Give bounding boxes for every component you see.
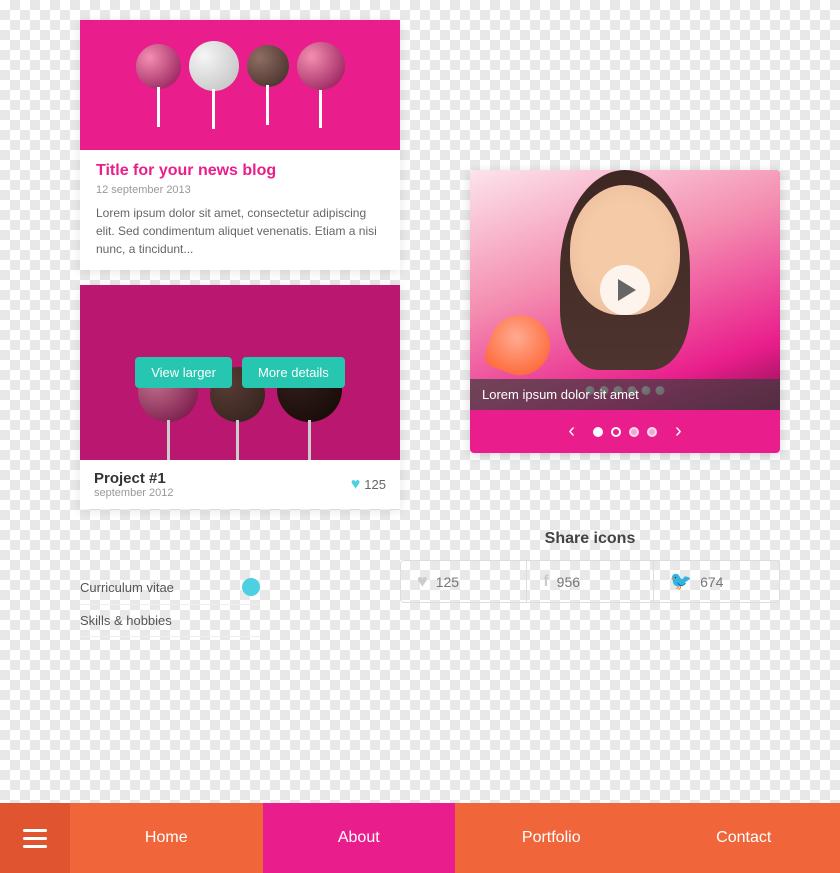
portfolio-overlay: View larger More details bbox=[80, 285, 400, 460]
hamburger-line-3 bbox=[23, 845, 47, 848]
sidebar-item-cv[interactable]: Curriculum vitae bbox=[80, 570, 260, 605]
cake-pop-ball-3 bbox=[247, 45, 289, 87]
project-info: Project #1 september 2012 bbox=[94, 470, 174, 499]
cake-pop-ball-1 bbox=[136, 44, 181, 89]
project-date: september 2012 bbox=[94, 487, 174, 499]
blog-card-image bbox=[80, 20, 400, 150]
slider-dot-4[interactable] bbox=[647, 427, 657, 437]
heart-share-icon: ♥ bbox=[417, 571, 428, 592]
heart-share-count: 125 bbox=[436, 574, 459, 590]
portfolio-image: View larger More details bbox=[80, 285, 400, 460]
play-button[interactable] bbox=[600, 265, 650, 315]
nav-about-label: About bbox=[338, 829, 380, 847]
cake-pop-ball-4 bbox=[297, 42, 345, 90]
play-icon bbox=[618, 279, 636, 301]
slider-prev-arrow[interactable]: ‹ bbox=[568, 420, 575, 443]
cake-pop-stick-1 bbox=[157, 87, 160, 127]
share-title: Share icons bbox=[400, 530, 780, 548]
nav-bar: Home About Portfolio Contact bbox=[0, 803, 840, 873]
hamburger-icon bbox=[23, 829, 47, 848]
nav-item-portfolio[interactable]: Portfolio bbox=[455, 803, 648, 873]
media-card: Lorem ipsum dolor sit amet ‹ › bbox=[470, 170, 780, 453]
share-stats: ♥ 125 f 956 🐦 674 bbox=[400, 560, 780, 603]
nav-contact-label: Contact bbox=[716, 829, 771, 847]
cake-pop-1 bbox=[136, 44, 181, 127]
cake-pops-image bbox=[80, 20, 400, 150]
more-details-button[interactable]: More details bbox=[242, 357, 345, 388]
cake-pop-2 bbox=[189, 41, 239, 129]
share-stat-facebook: f 956 bbox=[527, 561, 653, 602]
cake-pop-stick-4 bbox=[319, 88, 322, 128]
cake-pop-3 bbox=[247, 45, 289, 125]
cake-pop-stick-3 bbox=[266, 85, 269, 125]
hamburger-menu-button[interactable] bbox=[0, 803, 70, 873]
slider-controls: ‹ › bbox=[470, 410, 780, 453]
blog-title: Title for your news blog bbox=[96, 162, 384, 180]
nav-item-about[interactable]: About bbox=[263, 803, 456, 873]
sidebar-cv-badge bbox=[242, 578, 260, 596]
nav-portfolio-label: Portfolio bbox=[522, 829, 581, 847]
blog-date: 12 september 2013 bbox=[96, 184, 384, 196]
twitter-share-icon: 🐦 bbox=[670, 571, 692, 592]
project-likes: ♥ 125 bbox=[351, 476, 386, 494]
hamburger-line-2 bbox=[23, 837, 47, 840]
blog-card: Title for your news blog 12 september 20… bbox=[80, 20, 400, 270]
media-image: Lorem ipsum dolor sit amet bbox=[470, 170, 780, 410]
media-section: Lorem ipsum dolor sit amet ‹ › bbox=[470, 170, 780, 453]
portfolio-footer: Project #1 september 2012 ♥ 125 bbox=[80, 460, 400, 509]
cake-pop-4 bbox=[297, 42, 345, 128]
share-section: Share icons ♥ 125 f 956 🐦 674 bbox=[400, 530, 780, 603]
nav-item-home[interactable]: Home bbox=[70, 803, 263, 873]
share-stat-heart: ♥ 125 bbox=[401, 561, 527, 602]
media-caption: Lorem ipsum dolor sit amet bbox=[470, 379, 780, 410]
heart-icon: ♥ bbox=[351, 476, 361, 494]
sidebar-cv-label: Curriculum vitae bbox=[80, 580, 174, 595]
portfolio-card: View larger More details Project #1 sept… bbox=[80, 285, 400, 509]
share-stat-twitter: 🐦 674 bbox=[654, 561, 779, 602]
blog-card-body: Title for your news blog 12 september 20… bbox=[80, 150, 400, 270]
nav-home-label: Home bbox=[145, 829, 188, 847]
blog-excerpt: Lorem ipsum dolor sit amet, consectetur … bbox=[96, 204, 384, 258]
slider-dot-1[interactable] bbox=[593, 427, 603, 437]
cake-pop-ball-2 bbox=[189, 41, 239, 91]
sidebar-item-skills[interactable]: Skills & hobbies bbox=[80, 605, 260, 637]
nav-item-contact[interactable]: Contact bbox=[648, 803, 840, 873]
cake-pop-stick-2 bbox=[212, 89, 215, 129]
slider-next-arrow[interactable]: › bbox=[675, 420, 682, 443]
project-name: Project #1 bbox=[94, 470, 174, 487]
twitter-share-count: 674 bbox=[700, 574, 723, 590]
sidebar-list: Curriculum vitae Skills & hobbies bbox=[80, 570, 260, 637]
slider-dot-3[interactable] bbox=[629, 427, 639, 437]
facebook-share-icon: f bbox=[543, 573, 548, 591]
facebook-share-count: 956 bbox=[557, 574, 580, 590]
likes-count: 125 bbox=[364, 477, 386, 492]
view-larger-button[interactable]: View larger bbox=[135, 357, 232, 388]
page-container: Title for your news blog 12 september 20… bbox=[0, 0, 840, 873]
slider-dot-2[interactable] bbox=[611, 427, 621, 437]
sidebar-skills-label: Skills & hobbies bbox=[80, 613, 172, 628]
rose-decoration bbox=[490, 315, 560, 385]
hamburger-line-1 bbox=[23, 829, 47, 832]
